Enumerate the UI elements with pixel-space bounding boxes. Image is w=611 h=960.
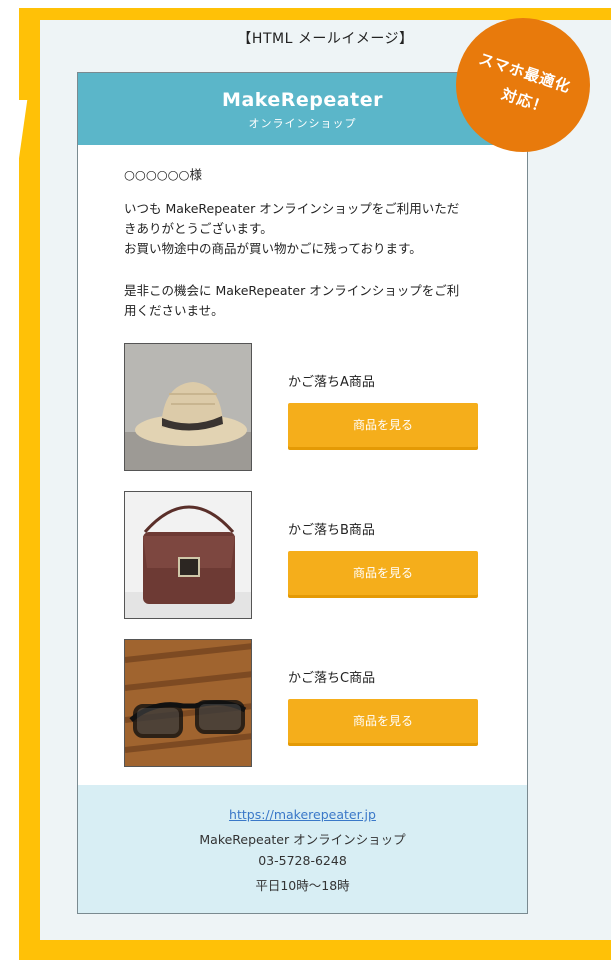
- shop-name: MakeRepeater オンラインショップ: [199, 832, 406, 847]
- smartphone-badge: スマホ最適化 対応！: [456, 18, 590, 152]
- glasses-photo-icon: [125, 640, 251, 766]
- product-c-view-button[interactable]: 商品を見る: [288, 699, 478, 743]
- html-email: MakeRepeater オンラインショップ ○○○○○○様 いつも MakeR…: [77, 72, 528, 914]
- shop-url-link[interactable]: https://makerepeater.jp: [78, 807, 527, 822]
- email-mockup-canvas: 【HTML メールイメージ】 MakeRepeater オンラインショップ ○○…: [0, 0, 611, 960]
- product-c-image[interactable]: [124, 639, 252, 767]
- greeting: ○○○○○○様: [124, 167, 202, 182]
- product-a-image[interactable]: [124, 343, 252, 471]
- message-line: お買い物途中の商品が買い物かごに残っております。: [124, 241, 422, 256]
- shop-hours: 平日10時～18時: [255, 878, 350, 893]
- message-line: いつも MakeRepeater オンラインショップをご利用いただ: [124, 201, 460, 216]
- message-line: 用くださいませ。: [124, 303, 224, 318]
- product-b-name: かご落ちB商品: [288, 523, 375, 538]
- hat-photo-icon: [125, 344, 251, 470]
- brand-subtitle: オンラインショップ: [248, 117, 357, 130]
- product-a-name: かご落ちA商品: [288, 375, 375, 390]
- message-line: きありがとうございます。: [124, 221, 273, 236]
- email-footer: https://makerepeater.jp MakeRepeater オンラ…: [78, 785, 527, 913]
- shop-phone: 03-5728-6248: [258, 853, 347, 868]
- product-b-view-button[interactable]: 商品を見る: [288, 551, 478, 595]
- bag-photo-icon: [125, 492, 251, 618]
- product-a-view-button[interactable]: 商品を見る: [288, 403, 478, 447]
- product-c-name: かご落ちC商品: [288, 671, 376, 686]
- message-line: 是非この機会に MakeRepeater オンラインショップをご利: [124, 283, 460, 298]
- product-b-image[interactable]: [124, 491, 252, 619]
